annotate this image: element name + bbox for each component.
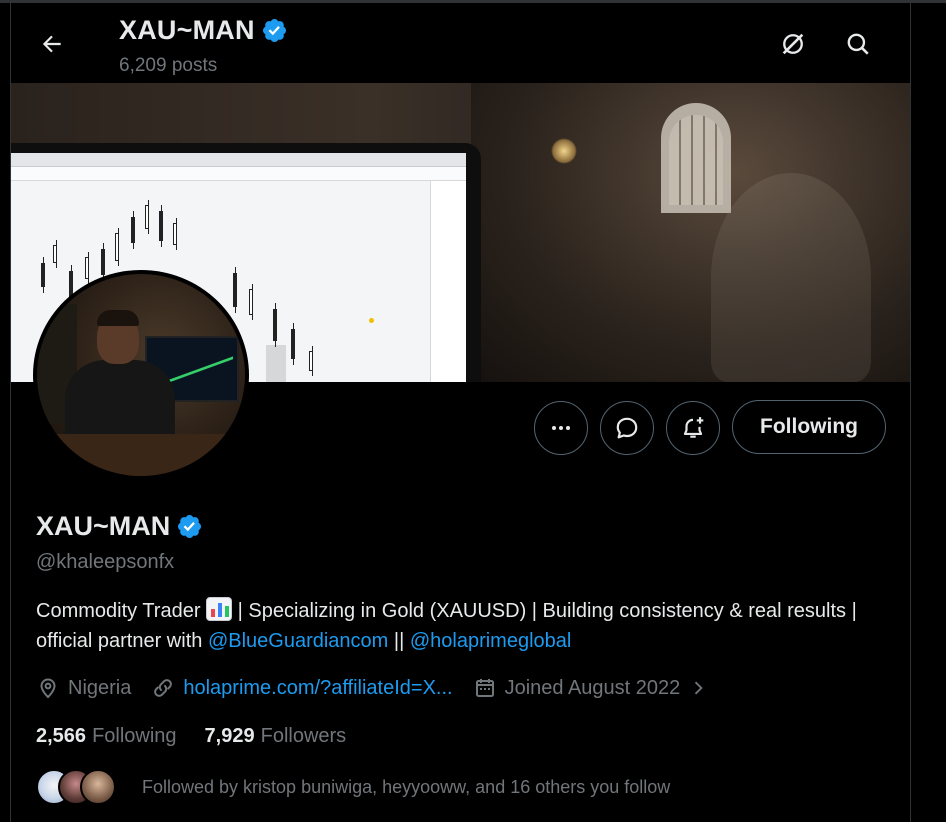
- grok-button[interactable]: [776, 27, 810, 61]
- avatar-hair: [97, 310, 139, 326]
- follow-stats: 2,566 Following 7,929 Followers: [36, 725, 374, 748]
- profile-avatar[interactable]: [33, 270, 249, 480]
- following-button[interactable]: Following: [732, 400, 886, 454]
- candle: [273, 303, 277, 347]
- candle: [291, 323, 295, 365]
- right-gutter: [911, 3, 946, 822]
- candle: [145, 200, 149, 234]
- candle: [131, 211, 135, 249]
- chart-shade-zone: [266, 345, 286, 382]
- chart-browser-bar: [11, 153, 466, 167]
- verified-badge-icon: [262, 18, 286, 43]
- more-button[interactable]: [534, 401, 588, 455]
- candle: [173, 218, 177, 250]
- joined-text: Joined August 2022: [504, 676, 681, 699]
- back-button[interactable]: [35, 27, 69, 61]
- chevron-right-icon[interactable]: [688, 678, 708, 698]
- location-pin-icon: [40, 678, 56, 699]
- search-icon: [847, 33, 869, 55]
- profile-handle: @khaleepsonfx: [36, 551, 175, 573]
- candle: [101, 243, 105, 281]
- following-stat-link[interactable]: 2,566 Following: [36, 725, 177, 748]
- meta-joined: Joined August 2022: [473, 676, 709, 700]
- bell-plus-icon: [683, 417, 704, 438]
- candle: [41, 257, 45, 293]
- website-link[interactable]: holaprime.com/?affiliateId=X...: [183, 677, 452, 700]
- verified-badge-icon[interactable]: [176, 513, 203, 540]
- candle: [249, 284, 253, 320]
- profile-bio: Commodity Trader | Specializing in Gold …: [36, 596, 896, 656]
- grok-slash-icon: [782, 33, 804, 55]
- header-display-name: XAU~MAN: [119, 15, 255, 45]
- chart-price-axis: [430, 181, 466, 382]
- message-bubble-icon: [616, 417, 638, 439]
- banner-window: [661, 103, 731, 213]
- following-label: Following: [92, 725, 177, 747]
- bio-separator: ||: [388, 630, 410, 652]
- bio-mention-holaprime[interactable]: @holaprimeglobal: [410, 630, 572, 652]
- candle: [53, 240, 57, 268]
- chart-marker: [369, 318, 374, 323]
- meta-location: Nigeria: [36, 676, 131, 700]
- avatar-photo: [37, 274, 245, 476]
- more-dots-icon: [552, 426, 570, 430]
- bio-text: Commodity Trader: [36, 600, 201, 622]
- followed-by-text: Followed by kristop buniwiga, heyyooww, …: [142, 776, 671, 797]
- location-text: Nigeria: [68, 676, 132, 699]
- bar-chart-emoji-icon: [206, 597, 233, 621]
- posts-count: 6,209 posts: [119, 55, 218, 76]
- candle: [85, 252, 89, 284]
- search-button[interactable]: [841, 27, 875, 61]
- banner-glass: [711, 173, 871, 382]
- arrow-left-icon: [42, 35, 61, 53]
- following-count: 2,566: [36, 725, 87, 747]
- candle: [233, 267, 237, 313]
- calendar-icon: [475, 679, 494, 697]
- bio-mention-blueguardian[interactable]: @BlueGuardiancom: [208, 630, 388, 652]
- profile-display-name: XAU~MAN: [36, 511, 171, 541]
- profile-meta: Nigeria holaprime.com/?affiliateId=X... …: [36, 676, 728, 700]
- candle: [309, 346, 313, 376]
- banner-light: [551, 138, 577, 164]
- notify-button[interactable]: [666, 401, 720, 455]
- candle: [115, 228, 119, 266]
- chart-toolbar: [11, 167, 466, 181]
- profile-name-row: XAU~MAN: [36, 511, 203, 542]
- avatar-desk: [37, 434, 245, 476]
- header-title: XAU~MAN: [119, 15, 288, 46]
- message-button[interactable]: [600, 401, 654, 455]
- followers-count: 7,929: [204, 725, 255, 747]
- candle: [159, 205, 163, 247]
- meta-website: holaprime.com/?affiliateId=X...: [151, 676, 453, 700]
- follower-avatar: [80, 769, 116, 805]
- link-icon: [154, 679, 173, 697]
- followed-by-row[interactable]: Followed by kristop buniwiga, heyyooww, …: [36, 769, 670, 805]
- followers-label: Followers: [260, 725, 347, 747]
- profile-header: XAU~MAN 6,209 posts: [11, 3, 910, 83]
- followers-stat-link[interactable]: 7,929 Followers: [205, 725, 347, 748]
